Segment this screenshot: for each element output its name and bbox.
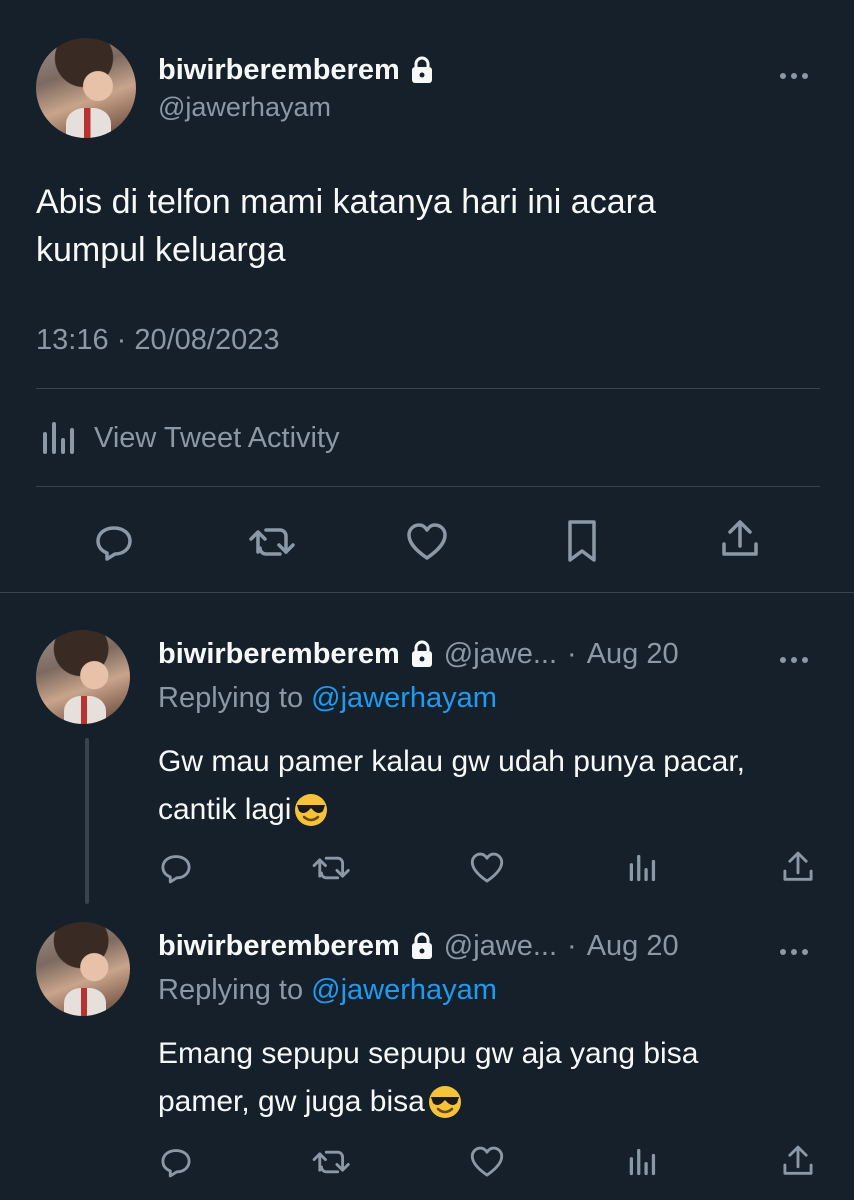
display-name[interactable]: biwirberemberem [158, 638, 400, 671]
reply-date[interactable]: Aug 20 [587, 638, 679, 671]
like-icon[interactable] [404, 520, 450, 564]
reply-icon[interactable] [158, 1144, 194, 1180]
reply-text-line: Gw mau pamer kalau gw udah punya pacar, [158, 745, 746, 778]
tweet-text-line: kumpul keluarga [36, 231, 286, 269]
like-icon[interactable] [468, 1144, 506, 1180]
tweet-text-line: Abis di telfon mami katanya hari ini aca… [36, 183, 656, 221]
analytics-icon[interactable] [624, 850, 660, 886]
reply-text: Emang sepupu sepupu gw aja yang bisa pam… [158, 1030, 698, 1126]
replying-link[interactable]: @jawerhayam [311, 974, 497, 1006]
analytics-icon [36, 418, 80, 458]
tweet-text: Abis di telfon mami katanya hari ini aca… [36, 178, 656, 274]
share-icon[interactable] [718, 516, 762, 562]
like-icon[interactable] [468, 850, 506, 886]
view-activity-label: View Tweet Activity [94, 421, 340, 454]
avatar[interactable] [36, 38, 136, 138]
reply-date[interactable]: Aug 20 [587, 930, 679, 963]
reply-icon[interactable] [92, 520, 136, 564]
replying-to: Replying to @jawerhayam [158, 974, 497, 1007]
retweet-icon[interactable] [310, 850, 354, 886]
avatar[interactable] [36, 922, 130, 1016]
avatar[interactable] [36, 630, 130, 724]
timestamp[interactable]: 13:16 · 20/08/2023 [36, 324, 279, 357]
lock-icon [410, 640, 434, 668]
reply-header: biwirberemberem @jawe... · Aug 20 [158, 928, 679, 964]
handle[interactable]: @jawe... [444, 930, 557, 963]
replying-link[interactable]: @jawerhayam [311, 682, 497, 714]
author-line: biwirberemberem [158, 52, 434, 88]
separator-dot: · [567, 929, 577, 962]
reply-header: biwirberemberem @jawe... · Aug 20 [158, 636, 679, 672]
more-icon[interactable] [780, 650, 813, 668]
retweet-icon[interactable] [310, 1144, 354, 1180]
divider [36, 388, 820, 389]
replying-to: Replying to @jawerhayam [158, 682, 497, 715]
cool-emoji [293, 792, 329, 828]
lock-icon [410, 932, 434, 960]
divider [0, 592, 854, 593]
replying-prefix: Replying to [158, 682, 304, 714]
reply-text-line: cantik lagi [158, 793, 292, 826]
more-icon[interactable] [780, 942, 813, 960]
reply-text-line: Emang sepupu sepupu gw aja yang bisa [158, 1037, 699, 1070]
handle[interactable]: @jawerhayam [158, 92, 331, 123]
replying-prefix: Replying to [158, 974, 304, 1006]
view-activity-link[interactable]: View Tweet Activity [36, 418, 340, 458]
divider [36, 486, 820, 487]
display-name[interactable]: biwirberemberem [158, 54, 400, 87]
reply-text: Gw mau pamer kalau gw udah punya pacar, … [158, 738, 745, 834]
more-icon[interactable] [780, 66, 813, 84]
handle[interactable]: @jawe... [444, 638, 557, 671]
reply-icon[interactable] [158, 850, 194, 886]
cool-emoji [427, 1084, 463, 1120]
reply-text-line: pamer, gw juga bisa [158, 1085, 425, 1118]
retweet-icon[interactable] [246, 520, 300, 564]
analytics-icon[interactable] [624, 1144, 660, 1180]
share-icon[interactable] [780, 848, 816, 886]
display-name[interactable]: biwirberemberem [158, 930, 400, 963]
separator-dot: · [567, 637, 577, 670]
lock-icon [410, 56, 434, 84]
thread-line [85, 738, 89, 904]
share-icon[interactable] [780, 1142, 816, 1180]
bookmark-icon[interactable] [564, 518, 600, 564]
